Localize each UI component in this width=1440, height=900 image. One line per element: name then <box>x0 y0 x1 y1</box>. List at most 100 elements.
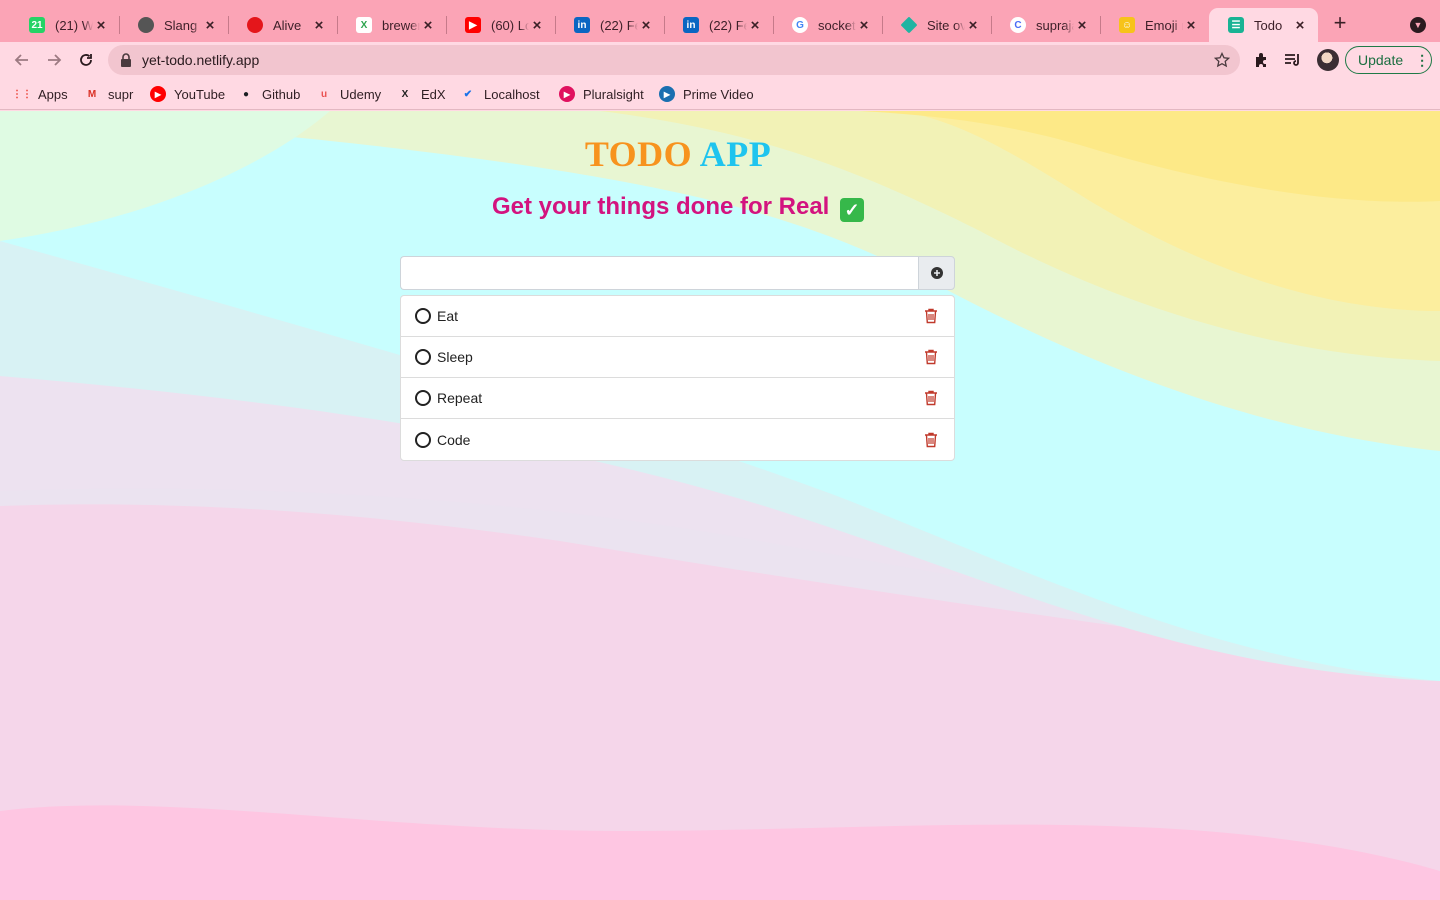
trash-icon[interactable] <box>922 431 940 449</box>
browser-tab[interactable]: in (22) Feed× <box>664 8 773 42</box>
tab-search-icon[interactable]: ▼ <box>1410 17 1426 33</box>
whatsapp-icon: 21 <box>29 17 45 33</box>
browser-tab[interactable]: Slang × <box>119 8 228 42</box>
bookmark-apps[interactable]: ⋮⋮ Apps <box>12 85 68 103</box>
browser-tab[interactable]: Alive × <box>228 8 337 42</box>
add-todo-form <box>400 256 955 290</box>
pluralsight-icon: ▶ <box>559 86 575 102</box>
trash-icon[interactable] <box>922 389 940 407</box>
bookmark-star-icon[interactable] <box>1214 52 1230 68</box>
bookmark-label: Apps <box>38 86 68 102</box>
tab-close-icon[interactable]: × <box>856 17 872 34</box>
browser-tab-strip: 21(21) WhatsApp×Slang×Alive×Xbrewery×▶(6… <box>0 0 1440 42</box>
bookmark-label: Pluralsight <box>583 86 644 102</box>
bookmark-prime-video[interactable]: ▶ Prime Video <box>659 85 754 103</box>
bookmark-youtube[interactable]: ▶ YouTube <box>150 85 225 103</box>
bookmark-pluralsight[interactable]: ▶ Pluralsight <box>559 85 644 103</box>
trash-icon[interactable] <box>922 307 940 325</box>
browser-tab[interactable]: Csuprajayer× <box>991 8 1100 42</box>
browser-toolbar: yet-todo.netlify.app Update ⋮ <box>0 42 1440 78</box>
browser-tab[interactable]: ▶ (60) Love× <box>446 8 555 42</box>
tab-close-icon[interactable]: × <box>311 17 327 34</box>
forward-arrow-icon <box>48 54 62 66</box>
bookmark-edx[interactable]: X EdX <box>397 85 446 103</box>
tab-close-icon[interactable]: × <box>1292 17 1308 34</box>
wavy-background <box>0 111 1440 900</box>
search-engine-icon: C <box>1010 17 1026 33</box>
bookmark-supr[interactable]: Msupr <box>84 85 133 103</box>
todo-list: Eat Sleep Repeat Code <box>400 295 955 461</box>
globe-icon <box>138 17 154 33</box>
bookmarks-bar: ⋮⋮ Apps Msupr ▶ YouTube ● Github u Udemy X EdX ✔ Loc… <box>0 78 1440 110</box>
tab-close-icon[interactable]: × <box>420 17 436 34</box>
edx-icon: X <box>401 88 409 100</box>
tab-title: suprajayer <box>1036 17 1074 33</box>
github-icon: ● <box>242 88 250 100</box>
tab-title: (60) Love <box>491 17 529 33</box>
app-title-app: APP <box>699 134 772 174</box>
todo-icon: ☰ <box>1228 17 1244 33</box>
bookmark-udemy[interactable]: u Udemy <box>316 85 381 103</box>
extensions-puzzle-icon[interactable] <box>1252 50 1272 70</box>
address-bar[interactable]: yet-todo.netlify.app <box>108 45 1240 75</box>
todo-item: Sleep <box>401 337 954 378</box>
tab-title: (21) WhatsApp <box>55 17 93 33</box>
complete-toggle-circle-icon[interactable] <box>415 308 431 324</box>
complete-toggle-circle-icon[interactable] <box>415 349 431 365</box>
complete-toggle-circle-icon[interactable] <box>415 431 431 448</box>
check-mark-emoji-icon: ✓ <box>840 198 865 222</box>
tab-title: Emoji meaning <box>1145 17 1183 33</box>
tab-close-icon[interactable]: × <box>529 17 545 34</box>
browser-tab[interactable]: in (22) Feed× <box>555 8 664 42</box>
udemy-icon: u <box>320 88 328 100</box>
netlify-icon <box>900 16 918 34</box>
trash-icon[interactable] <box>922 348 940 366</box>
browser-tab[interactable]: Site overview× <box>882 8 991 42</box>
tab-title: Todo <box>1254 17 1283 33</box>
app-title-todo: TODO <box>584 134 693 174</box>
todo-item-text: Code <box>437 431 471 448</box>
profile-avatar[interactable] <box>1317 49 1339 71</box>
add-todo-button[interactable] <box>918 256 955 290</box>
tab-close-icon[interactable]: × <box>747 17 763 34</box>
url-text: yet-todo.netlify.app <box>142 52 260 68</box>
bookmark-label: Localhost <box>484 86 540 102</box>
todo-input[interactable] <box>400 256 918 290</box>
tab-close-icon[interactable]: × <box>965 17 981 34</box>
todo-page: TODO APP Get your things done for Real ✓… <box>0 111 1440 900</box>
todo-item-text: Eat <box>437 308 459 324</box>
subtitle-text: Get your things done for Real <box>491 193 830 220</box>
bookmark-label: Github <box>262 86 301 102</box>
tab-title: socket io <box>818 17 856 33</box>
tab-close-icon[interactable]: × <box>1074 17 1090 34</box>
youtube-icon: ▶ <box>150 86 166 102</box>
reload-button[interactable] <box>76 50 96 70</box>
browser-tab[interactable]: ☰ Todo × <box>1209 8 1318 42</box>
tab-close-icon[interactable]: × <box>1183 17 1199 34</box>
browser-tab[interactable]: Xbrewery× <box>337 8 446 42</box>
bookmark-label: supr <box>108 86 134 102</box>
brewery-icon: X <box>356 17 372 33</box>
bookmark-github[interactable]: ● Github <box>238 85 300 103</box>
update-label: Update <box>1358 52 1404 68</box>
bookmark-label: Prime Video <box>683 86 754 102</box>
linkedin-icon: in <box>683 17 699 33</box>
browser-tab[interactable]: ☺ Emoji meaning× <box>1100 8 1209 42</box>
more-menu-icon[interactable]: ⋮ <box>1415 53 1429 67</box>
forward-button[interactable] <box>44 50 64 70</box>
browser-tab[interactable]: Gsocket io× <box>773 8 882 42</box>
update-button[interactable]: Update ⋮ <box>1345 46 1432 74</box>
tab-title: Alive <box>273 17 302 33</box>
check-icon: ✔ <box>463 88 473 100</box>
complete-toggle-circle-icon[interactable] <box>415 390 431 406</box>
new-tab-button[interactable]: + <box>1329 12 1351 35</box>
lock-icon <box>121 53 131 67</box>
tab-close-icon[interactable]: × <box>93 17 109 34</box>
browser-tab[interactable]: 21 (21) WhatsApp× <box>10 8 119 42</box>
back-button[interactable] <box>12 50 32 70</box>
prime-video-icon: ▶ <box>659 86 675 102</box>
tab-close-icon[interactable]: × <box>638 17 654 34</box>
media-queue-icon[interactable] <box>1283 50 1303 70</box>
bookmark-localhost[interactable]: ✔ Localhost <box>460 85 540 103</box>
tab-close-icon[interactable]: × <box>202 17 218 34</box>
